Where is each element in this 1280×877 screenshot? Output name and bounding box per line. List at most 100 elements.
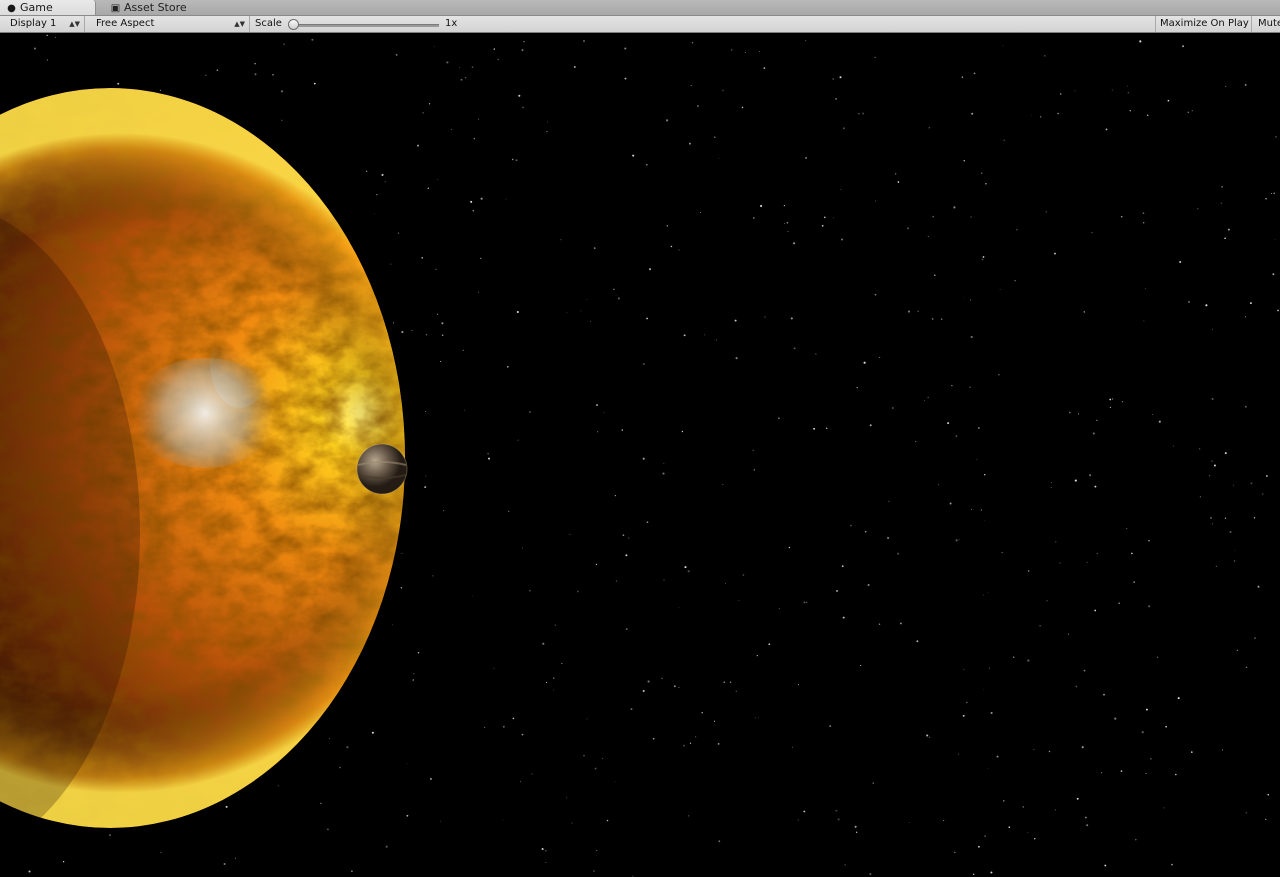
star	[1250, 482, 1253, 485]
star	[615, 294, 617, 296]
tab-game[interactable]: ● Game	[0, 0, 96, 15]
star	[225, 805, 228, 808]
star	[1233, 560, 1236, 562]
star	[983, 689, 985, 691]
star	[874, 56, 876, 59]
star	[602, 758, 603, 759]
star	[593, 870, 595, 872]
star	[981, 172, 983, 174]
star	[327, 828, 329, 831]
star	[566, 311, 568, 313]
star	[1266, 475, 1268, 477]
star	[583, 755, 585, 757]
star	[1245, 812, 1248, 814]
star	[836, 589, 838, 592]
star	[854, 825, 857, 828]
star	[595, 563, 598, 566]
star	[1209, 475, 1211, 477]
star	[1274, 239, 1276, 241]
star	[1215, 565, 1218, 567]
star	[990, 711, 993, 715]
star	[858, 113, 860, 115]
star	[522, 106, 524, 109]
star	[1127, 92, 1129, 94]
star	[417, 144, 419, 147]
maximize-on-play-button[interactable]: Maximize On Play	[1155, 16, 1252, 32]
star	[648, 268, 652, 271]
star	[690, 85, 692, 87]
tab-asset-store[interactable]: ▣ Asset Store	[104, 0, 204, 15]
star	[688, 815, 690, 817]
star	[673, 685, 676, 688]
star	[391, 624, 393, 626]
star	[663, 462, 665, 464]
star	[1092, 432, 1095, 435]
star	[593, 247, 596, 249]
star	[932, 215, 935, 218]
display-dropdown[interactable]: Display 1 ▲▼	[4, 16, 85, 32]
star	[477, 118, 479, 120]
star	[797, 819, 799, 821]
star	[471, 66, 474, 68]
star	[1085, 816, 1087, 819]
star	[1027, 659, 1030, 662]
star	[850, 524, 852, 527]
star	[428, 103, 431, 105]
star	[661, 677, 663, 680]
star	[254, 62, 256, 65]
star	[425, 334, 428, 336]
star	[515, 159, 518, 162]
star	[860, 664, 862, 666]
star	[1055, 809, 1057, 811]
star	[1121, 401, 1124, 403]
star	[666, 225, 669, 227]
star	[869, 424, 872, 427]
star	[541, 848, 544, 850]
star	[1249, 302, 1252, 305]
star	[872, 782, 874, 784]
star	[1083, 311, 1086, 313]
star	[835, 98, 837, 100]
star	[867, 583, 870, 587]
star	[754, 717, 756, 719]
star	[432, 575, 434, 577]
star	[376, 194, 378, 196]
star	[666, 119, 669, 122]
star	[390, 263, 392, 265]
star	[753, 217, 755, 219]
star	[614, 494, 617, 497]
star	[725, 583, 726, 585]
star	[683, 744, 685, 747]
star	[596, 849, 598, 851]
star	[613, 288, 615, 291]
star	[717, 742, 720, 745]
star	[427, 187, 429, 189]
star	[400, 587, 403, 589]
star	[529, 590, 531, 592]
star	[471, 595, 473, 597]
star	[1244, 316, 1247, 318]
star	[971, 112, 974, 115]
star	[1034, 838, 1036, 840]
star	[990, 871, 993, 874]
star	[1016, 229, 1018, 231]
star	[753, 469, 756, 471]
game-viewport[interactable]	[0, 33, 1280, 877]
scale-slider-track[interactable]	[293, 24, 439, 27]
star	[982, 256, 985, 258]
tab-game-label: Game	[20, 1, 53, 14]
mute-audio-button[interactable]: Mute Audio	[1255, 16, 1280, 32]
star	[1096, 552, 1099, 555]
star	[1182, 45, 1185, 48]
aspect-dropdown[interactable]: Free Aspect ▲▼	[90, 16, 250, 32]
star	[760, 204, 763, 208]
star	[897, 181, 900, 183]
star	[999, 289, 1001, 290]
star	[381, 173, 384, 177]
star	[429, 777, 432, 780]
scale-slider-thumb[interactable]	[288, 19, 299, 30]
star	[973, 873, 975, 875]
star	[1089, 474, 1092, 477]
star	[459, 67, 460, 68]
star	[735, 357, 738, 360]
